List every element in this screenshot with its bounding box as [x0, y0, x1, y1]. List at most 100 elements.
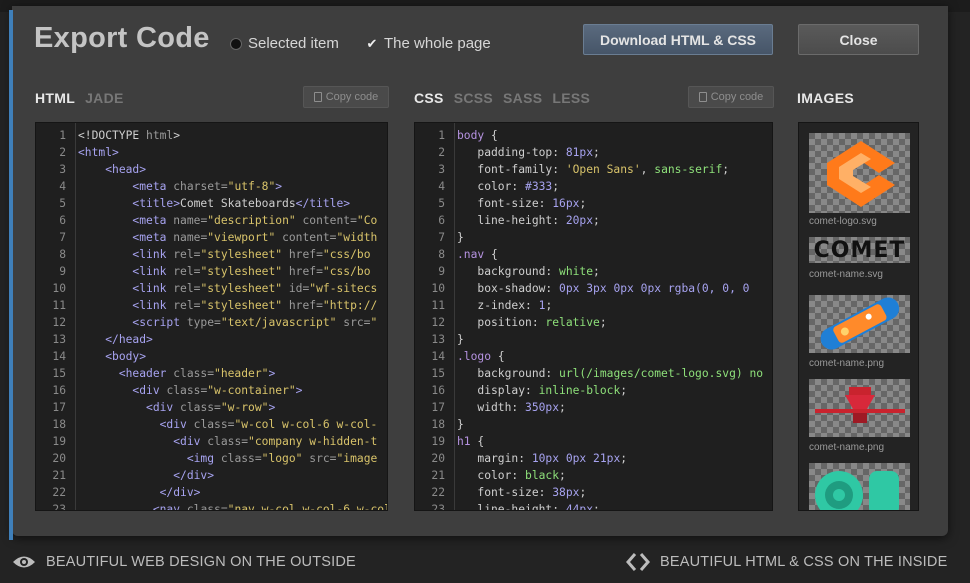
copy-html-button[interactable]: Copy code: [303, 86, 389, 108]
code-text: z-index: 1;: [477, 299, 553, 312]
tab-html[interactable]: HTML: [35, 90, 75, 106]
images-title: IMAGES: [797, 90, 855, 106]
modal-title: Export Code: [34, 22, 210, 54]
code-text: <header class="header">: [118, 367, 276, 380]
images-panel[interactable]: comet-logo.svg COMET comet-name.svg come…: [798, 122, 919, 511]
line-number: 18: [52, 418, 66, 431]
code-text: background: url(/images/comet-logo.svg) …: [477, 367, 764, 380]
code-text: <link rel="stylesheet" href="css/bo: [132, 248, 371, 261]
code-text: <link rel="stylesheet" href="css/bo: [132, 265, 371, 278]
code-text: }: [457, 418, 464, 431]
code-text: margin: 10px 0px 21px;: [477, 452, 628, 465]
line-number: 7: [438, 231, 445, 244]
selected-item-label: Selected item: [248, 35, 339, 52]
tab-sass[interactable]: SASS: [503, 90, 542, 106]
line-number: 16: [52, 384, 66, 397]
line-number: 9: [59, 265, 66, 278]
footer-right: BEAUTIFUL HTML & CSS ON THE INSIDE: [626, 553, 947, 571]
image-label: comet-name.png: [809, 442, 885, 453]
line-number: 17: [431, 401, 445, 414]
image-label: comet-name.svg: [809, 269, 883, 280]
copy-css-button[interactable]: Copy code: [688, 86, 774, 108]
export-code-modal: Export Code Selected item ✔ The whole pa…: [12, 6, 948, 536]
code-text: <div class="w-col w-col-6 w-col-: [159, 418, 378, 431]
code-text: <meta name="description" content="Co: [132, 214, 378, 227]
code-text: <div class="w-row">: [146, 401, 276, 414]
line-number: 18: [431, 418, 445, 431]
line-number: 23: [431, 503, 445, 511]
line-number: 22: [52, 486, 66, 499]
wheels-thumbnail[interactable]: [809, 463, 910, 510]
line-number: 3: [438, 163, 445, 176]
code-text: <!DOCTYPE html>: [78, 129, 181, 142]
code-text: }: [457, 333, 464, 346]
comet-name-svg-thumbnail[interactable]: COMET: [809, 237, 910, 263]
download-html-css-button[interactable]: Download HTML & CSS: [583, 24, 773, 55]
html-code-editor[interactable]: 1 <!DOCTYPE html> 2 <html> 3 <head> 4 <meta c…: [35, 122, 388, 511]
eye-icon: [13, 556, 35, 568]
code-text: .nav {: [457, 248, 498, 261]
line-number: 21: [52, 469, 66, 482]
selected-item-radio[interactable]: Selected item: [230, 35, 339, 52]
css-code-editor[interactable]: 1 body {2 padding-top: 81px; 3 font-family…: [414, 122, 773, 511]
clipboard-icon: [313, 92, 322, 102]
tab-jade[interactable]: JADE: [85, 90, 124, 106]
whole-page-option[interactable]: ✔ The whole page: [366, 35, 491, 52]
code-text: <html>: [78, 146, 119, 159]
code-text: background: white;: [477, 265, 600, 278]
code-text: <link rel="stylesheet" href="http://: [132, 299, 378, 312]
skateboard-deck-thumbnail[interactable]: [809, 295, 910, 353]
wheels-icon: [815, 471, 899, 510]
code-text: <div class="company w-hidden-t: [173, 435, 378, 448]
html-tabs: HTML JADE: [35, 90, 124, 106]
checkmark-icon: ✔: [366, 35, 378, 51]
line-number: 13: [431, 333, 445, 346]
footer-right-text: BEAUTIFUL HTML & CSS ON THE INSIDE: [660, 554, 948, 570]
line-number: 16: [431, 384, 445, 397]
line-number: 7: [59, 231, 66, 244]
css-tabs: CSS SCSS SASS LESS: [414, 90, 590, 106]
comet-logo-thumbnail[interactable]: [809, 133, 910, 213]
code-text: h1 {: [457, 435, 485, 448]
line-number: 23: [52, 503, 66, 511]
tab-scss[interactable]: SCSS: [454, 90, 493, 106]
code-text: </div>: [173, 469, 215, 482]
code-text: color: black;: [477, 469, 566, 482]
code-text: <meta charset="utf-8">: [132, 180, 283, 193]
radio-icon: [230, 37, 242, 50]
line-number: 22: [431, 486, 445, 499]
line-number: 19: [431, 435, 445, 448]
code-text: <nav class="nav w-col w-col-6 w-col: [152, 503, 388, 511]
code-text: body {: [457, 129, 498, 142]
clipboard-icon: [698, 92, 707, 102]
code-text: </div>: [159, 486, 201, 499]
code-text: box-shadow: 0px 3px 0px 0px rgba(0, 0, 0: [477, 282, 750, 295]
code-text: display: inline-block;: [477, 384, 628, 397]
code-text: padding-top: 81px;: [477, 146, 600, 159]
image-label: comet-logo.svg: [809, 216, 877, 227]
line-number: 11: [52, 299, 66, 312]
code-text: </head>: [105, 333, 153, 346]
line-number: 6: [59, 214, 66, 227]
line-number: 4: [59, 180, 66, 193]
skateboard-truck-icon: [815, 387, 905, 423]
code-text: font-size: 38px;: [477, 486, 587, 499]
code-text: }: [457, 231, 464, 244]
code-text: line-height: 44px;: [477, 503, 600, 511]
code-text: font-size: 16px;: [477, 197, 587, 210]
skateboard-truck-thumbnail[interactable]: [809, 379, 910, 437]
code-text: width: 350px;: [477, 401, 566, 414]
copy-label: Copy code: [325, 91, 379, 103]
tab-css[interactable]: CSS: [414, 90, 444, 106]
line-number: 5: [59, 197, 66, 210]
line-number: 15: [52, 367, 66, 380]
tab-less[interactable]: LESS: [552, 90, 590, 106]
copy-label: Copy code: [710, 91, 764, 103]
line-number: 1: [438, 129, 445, 142]
line-number: 20: [52, 452, 66, 465]
whole-page-label: The whole page: [384, 35, 491, 52]
code-text: line-height: 20px;: [477, 214, 600, 227]
comet-logo-icon: [827, 141, 895, 207]
line-number: 10: [52, 282, 66, 295]
close-button[interactable]: Close: [798, 24, 919, 55]
